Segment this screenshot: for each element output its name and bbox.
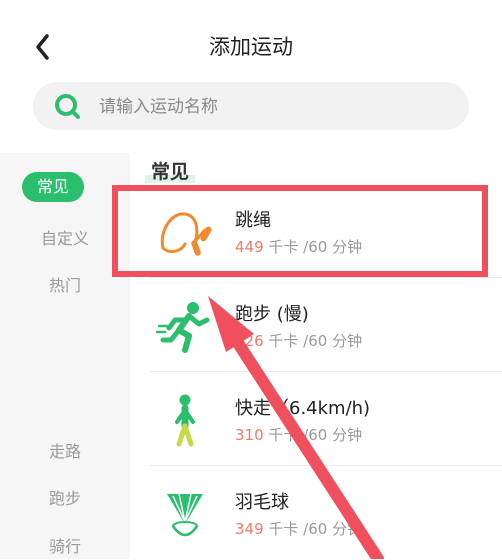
sidebar-item-cycling[interactable]: 骑行: [0, 533, 130, 557]
activity-name: 羽毛球: [235, 492, 289, 513]
activity-stats: 349 千卡 /60 分钟: [235, 518, 362, 539]
section-title: 常见: [151, 161, 190, 183]
sidebar-item-custom[interactable]: 自定义: [0, 225, 130, 249]
running-person-icon: [155, 302, 210, 353]
sidebar-item-walking[interactable]: 走路: [0, 438, 130, 462]
category-sidebar: 常见 自定义 热门 走路 跑步 骑行: [0, 153, 130, 559]
highlight-box: [112, 185, 488, 277]
search-icon: [55, 94, 80, 119]
activity-name: 跑步 (慢): [235, 304, 309, 325]
activity-unit: 千卡 /60 分钟: [263, 332, 363, 350]
page-title: 添加运动: [209, 35, 293, 59]
activity-unit: 千卡 /60 分钟: [263, 426, 363, 444]
sidebar-item-running[interactable]: 跑步: [0, 485, 130, 509]
list-item[interactable]: 快走（6.4km/h) 310 千卡 /60 分钟: [130, 372, 502, 466]
activity-kcal: 310: [235, 426, 264, 444]
header: 添加运动: [0, 0, 502, 80]
sidebar-item-popular[interactable]: 热门: [0, 272, 130, 296]
sidebar-item-common[interactable]: 常见: [22, 172, 84, 202]
activity-unit: 千卡 /60 分钟: [263, 520, 363, 538]
activity-name: 快走（6.4km/h): [235, 398, 371, 419]
activity-kcal: 426: [235, 332, 264, 350]
list-item[interactable]: 跑步 (慢) 426 千卡 /60 分钟: [130, 278, 502, 372]
search-input[interactable]: [97, 82, 451, 132]
list-item[interactable]: 羽毛球 349 千卡 /60 分钟: [130, 466, 502, 560]
activity-stats: 310 千卡 /60 分钟: [235, 424, 362, 445]
search-bar[interactable]: [33, 82, 469, 132]
walking-person-icon: [175, 394, 195, 447]
activity-kcal: 349: [235, 520, 264, 538]
shuttlecock-icon: [167, 493, 203, 537]
activity-stats: 426 千卡 /60 分钟: [235, 330, 362, 351]
